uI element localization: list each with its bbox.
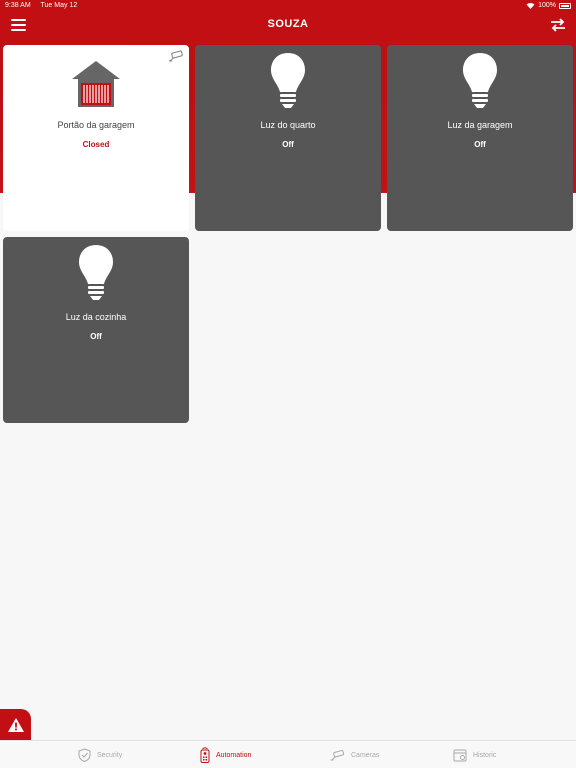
shield-check-icon xyxy=(78,748,91,762)
device-name: Luz do quarto xyxy=(260,120,316,130)
device-state: Closed xyxy=(82,140,110,149)
device-state: Off xyxy=(90,332,102,341)
device-card-garage-gate[interactable]: Portão da garagem Closed xyxy=(3,45,189,231)
tab-automation[interactable]: Automation xyxy=(200,741,251,768)
device-name: Luz da garagem xyxy=(447,120,513,130)
alert-button[interactable] xyxy=(0,709,31,740)
calendar-icon xyxy=(453,749,467,762)
tab-label: Automation xyxy=(216,751,252,759)
status-bar: 9:38 AM Tue May 12 100% xyxy=(0,0,576,12)
device-name: Luz da cozinha xyxy=(65,312,127,322)
swap-arrows-icon[interactable] xyxy=(550,18,566,32)
warning-icon xyxy=(7,717,24,732)
device-card-luz-da-garagem[interactable]: Luz da garagem Off xyxy=(387,45,573,231)
tab-historic[interactable]: Historic xyxy=(453,741,496,768)
tab-label: Cameras xyxy=(351,751,380,759)
status-date: Tue May 12 xyxy=(40,2,78,9)
device-card-luz-da-cozinha[interactable]: Luz da cozinha Off xyxy=(3,237,189,423)
tab-label: Historic xyxy=(473,751,497,759)
page-title: SOUZA xyxy=(267,18,309,30)
device-state: Off xyxy=(474,140,486,149)
light-bulb-icon xyxy=(195,51,381,111)
wifi-icon xyxy=(526,2,535,9)
tab-cameras[interactable]: Cameras xyxy=(330,741,379,768)
device-card-luz-do-quarto[interactable]: Luz do quarto Off xyxy=(195,45,381,231)
battery-percent: 100% xyxy=(538,2,556,9)
device-state: Off xyxy=(282,140,294,149)
device-name: Portão da garagem xyxy=(57,120,135,130)
camera-icon xyxy=(330,749,345,760)
tab-label: Security xyxy=(97,751,123,759)
remote-control-icon xyxy=(200,747,210,763)
tab-bar: Security Automation Cameras Historic xyxy=(0,740,576,768)
light-bulb-icon xyxy=(3,243,189,303)
garage-icon xyxy=(3,51,189,107)
battery-icon xyxy=(559,2,571,9)
light-bulb-icon xyxy=(387,51,573,111)
tab-security[interactable]: Security xyxy=(78,741,122,768)
nav-bar: SOUZA xyxy=(0,12,576,38)
status-time: 9:38 AM xyxy=(5,2,31,9)
